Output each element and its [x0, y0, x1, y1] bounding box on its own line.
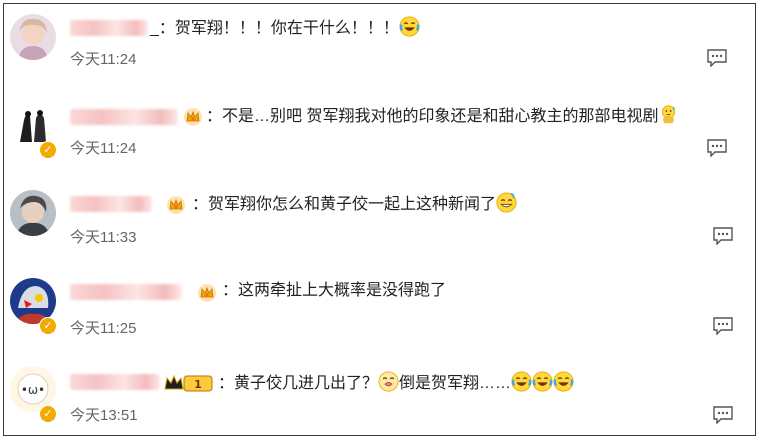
comment-reply-icon[interactable]	[712, 227, 734, 245]
comment-text: ：黄子佼几进几出了？ 倒是贺军翔……	[218, 371, 574, 395]
list-item: •ω• ✓ 1 ：黄子佼几进几出了？ 倒是贺军翔…… 今天13:51	[4, 356, 757, 444]
list-item: _：贺军翔！！！你在干什么！！！ 今天11:24	[4, 4, 757, 92]
comment-text: ：不是…别吧 贺军翔我对他的印象还是和甜心教主的那部电视剧	[206, 104, 679, 128]
grin-emoji	[496, 192, 517, 213]
verified-badge-icon: ✓	[39, 405, 57, 423]
crown-icon	[166, 195, 186, 215]
laugh-cry-emoji	[511, 371, 532, 392]
comment-reply-icon[interactable]	[712, 406, 734, 424]
avatar[interactable]	[10, 190, 56, 236]
username-blurred[interactable]	[70, 374, 160, 390]
username-blurred[interactable]	[70, 196, 152, 212]
comment-reply-icon[interactable]	[706, 49, 728, 67]
username-blurred[interactable]	[70, 284, 182, 300]
comment-time: 今天11:24	[70, 140, 137, 157]
list-item: ✓ ：这两牵扯上大概率是没得跑了 今天11:25	[4, 268, 757, 356]
verified-badge-icon: ✓	[39, 317, 57, 335]
vip-level-badge: 1	[164, 374, 213, 392]
sweat-emoji	[658, 104, 679, 125]
comment-time: 今天11:24	[70, 51, 137, 68]
comment-text: _：贺军翔！！！你在干什么！！！	[150, 16, 420, 40]
laugh-cry-emoji	[553, 371, 574, 392]
comment-time: 今天13:51	[70, 407, 138, 424]
laugh-cry-emoji	[399, 16, 420, 37]
laugh-cry-emoji	[532, 371, 553, 392]
username-blurred[interactable]	[70, 109, 178, 125]
comment-time: 今天11:25	[70, 320, 137, 337]
comment-text: ：这两牵扯上大概率是没得跑了	[222, 282, 447, 299]
vip-level: 1	[194, 378, 202, 391]
comment-reply-icon[interactable]	[706, 139, 728, 157]
list-item: ：贺军翔你怎么和黄子佼一起上这种新闻了 今天11:33	[4, 180, 757, 268]
username-blurred[interactable]	[70, 20, 148, 36]
comment-text: ：贺军翔你怎么和黄子佼一起上这种新闻了	[192, 192, 517, 216]
list-item: ✓ ：不是…别吧 贺军翔我对他的印象还是和甜心教主的那部电视剧 今天11:24	[4, 92, 757, 180]
verified-badge-icon: ✓	[39, 141, 57, 159]
crown-icon	[197, 283, 217, 303]
comment-time: 今天11:33	[70, 229, 137, 246]
avatar[interactable]	[10, 14, 56, 60]
crown-icon	[183, 107, 203, 127]
comment-reply-icon[interactable]	[712, 317, 734, 335]
zipped-mouth-emoji	[378, 371, 399, 392]
comment-list: _：贺军翔！！！你在干什么！！！ 今天11:24 ✓ ：不是…别吧 贺军翔我对他…	[3, 3, 756, 436]
svg-text:•ω•: •ω•	[21, 383, 45, 397]
